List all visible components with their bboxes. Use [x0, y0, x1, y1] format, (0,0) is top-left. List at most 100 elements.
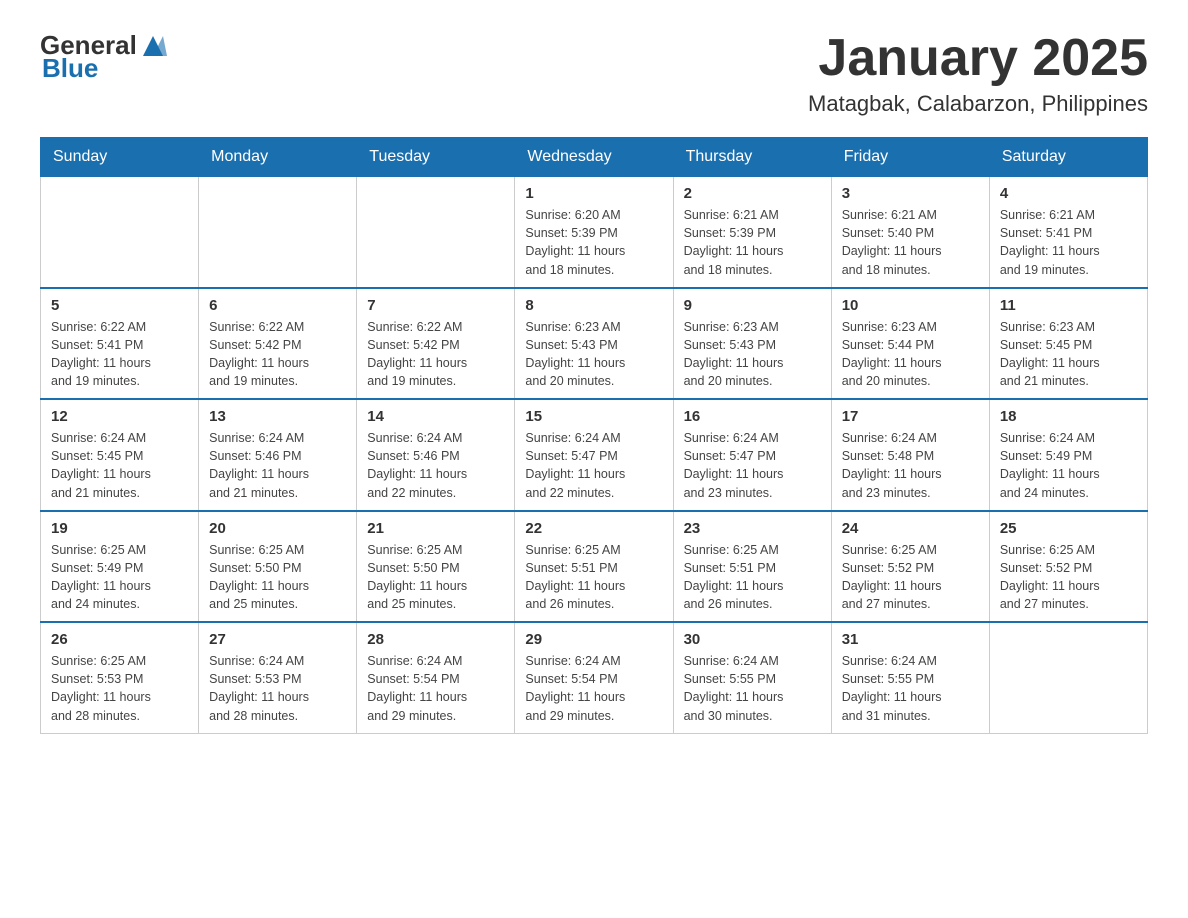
calendar-cell: 5Sunrise: 6:22 AM Sunset: 5:41 PM Daylig…	[41, 288, 199, 400]
weekday-header-saturday: Saturday	[989, 138, 1147, 177]
calendar-cell: 23 Sunrise: 6:25 AM Sunset: 5:51 PM Dayli…	[673, 511, 831, 623]
day-number: 26	[51, 631, 188, 648]
calendar-cell: 9 Sunrise: 6:23 AM Sunset: 5:43 PM Daylig…	[673, 288, 831, 400]
title-section: January 2025 Matagbak, Calabarzon, Phili…	[808, 30, 1148, 117]
day-number: 8	[525, 297, 662, 314]
logo: General Blue	[40, 30, 169, 84]
calendar-cell: 18 Sunrise: 6:24 AM Sunset: 5:49 PM Dayli…	[989, 399, 1147, 511]
weekday-header-wednesday: Wednesday	[515, 138, 673, 177]
calendar-cell: 15Sunrise: 6:24 AM Sunset: 5:47 PM Dayli…	[515, 399, 673, 511]
calendar-cell: 1Sunrise: 6:20 AM Sunset: 5:39 PM Daylig…	[515, 177, 673, 288]
day-number: 14	[367, 408, 504, 425]
calendar-cell: 16 Sunrise: 6:24 AM Sunset: 5:47 PM Dayli…	[673, 399, 831, 511]
calendar-cell: 30Sunrise: 6:24 AM Sunset: 5:55 PM Dayli…	[673, 622, 831, 733]
calendar-header-row: SundayMondayTuesdayWednesdayThursdayFrid…	[41, 138, 1148, 177]
day-number: 27	[209, 631, 346, 648]
day-number: 28	[367, 631, 504, 648]
day-info: Sunrise: 6:24 AM Sunset: 5:47 PM Dayligh…	[684, 429, 821, 502]
day-number: 6	[209, 297, 346, 314]
logo-icon	[139, 32, 167, 60]
calendar-week-row: 19Sunrise: 6:25 AM Sunset: 5:49 PM Dayli…	[41, 511, 1148, 623]
weekday-header-thursday: Thursday	[673, 138, 831, 177]
calendar-week-row: 12 Sunrise: 6:24 AM Sunset: 5:45 PM Dayli…	[41, 399, 1148, 511]
day-info: Sunrise: 6:22 AM Sunset: 5:42 PM Dayligh…	[209, 318, 346, 391]
logo-blue-text: Blue	[42, 53, 98, 84]
day-info: Sunrise: 6:24 AM Sunset: 5:53 PM Dayligh…	[209, 652, 346, 725]
day-info: Sunrise: 6:21 AM Sunset: 5:41 PM Dayligh…	[1000, 206, 1137, 279]
calendar-cell	[199, 177, 357, 288]
day-number: 31	[842, 631, 979, 648]
day-info: Sunrise: 6:20 AM Sunset: 5:39 PM Dayligh…	[525, 206, 662, 279]
day-info: Sunrise: 6:23 AM Sunset: 5:43 PM Dayligh…	[684, 318, 821, 391]
day-info: Sunrise: 6:24 AM Sunset: 5:54 PM Dayligh…	[525, 652, 662, 725]
day-number: 18	[1000, 408, 1137, 425]
calendar-subtitle: Matagbak, Calabarzon, Philippines	[808, 91, 1148, 117]
day-number: 17	[842, 408, 979, 425]
day-info: Sunrise: 6:22 AM Sunset: 5:42 PM Dayligh…	[367, 318, 504, 391]
day-info: Sunrise: 6:25 AM Sunset: 5:50 PM Dayligh…	[367, 541, 504, 614]
day-number: 4	[1000, 185, 1137, 202]
day-number: 22	[525, 520, 662, 537]
day-info: Sunrise: 6:23 AM Sunset: 5:43 PM Dayligh…	[525, 318, 662, 391]
day-info: Sunrise: 6:25 AM Sunset: 5:52 PM Dayligh…	[842, 541, 979, 614]
day-number: 9	[684, 297, 821, 314]
day-number: 10	[842, 297, 979, 314]
day-number: 12	[51, 408, 188, 425]
day-number: 5	[51, 297, 188, 314]
day-number: 3	[842, 185, 979, 202]
calendar-cell: 19Sunrise: 6:25 AM Sunset: 5:49 PM Dayli…	[41, 511, 199, 623]
day-number: 13	[209, 408, 346, 425]
day-info: Sunrise: 6:24 AM Sunset: 5:45 PM Dayligh…	[51, 429, 188, 502]
day-info: Sunrise: 6:24 AM Sunset: 5:55 PM Dayligh…	[842, 652, 979, 725]
calendar-cell: 17 Sunrise: 6:24 AM Sunset: 5:48 PM Dayli…	[831, 399, 989, 511]
day-number: 29	[525, 631, 662, 648]
day-info: Sunrise: 6:21 AM Sunset: 5:39 PM Dayligh…	[684, 206, 821, 279]
calendar-cell: 29 Sunrise: 6:24 AM Sunset: 5:54 PM Dayli…	[515, 622, 673, 733]
day-number: 2	[684, 185, 821, 202]
day-number: 30	[684, 631, 821, 648]
calendar-cell	[989, 622, 1147, 733]
calendar-cell: 26 Sunrise: 6:25 AM Sunset: 5:53 PM Dayli…	[41, 622, 199, 733]
calendar-cell: 27 Sunrise: 6:24 AM Sunset: 5:53 PM Dayli…	[199, 622, 357, 733]
day-info: Sunrise: 6:24 AM Sunset: 5:49 PM Dayligh…	[1000, 429, 1137, 502]
day-info: Sunrise: 6:23 AM Sunset: 5:45 PM Dayligh…	[1000, 318, 1137, 391]
calendar-cell	[357, 177, 515, 288]
calendar-cell: 21 Sunrise: 6:25 AM Sunset: 5:50 PM Dayli…	[357, 511, 515, 623]
calendar-cell: 12 Sunrise: 6:24 AM Sunset: 5:45 PM Dayli…	[41, 399, 199, 511]
day-number: 19	[51, 520, 188, 537]
weekday-header-monday: Monday	[199, 138, 357, 177]
day-info: Sunrise: 6:24 AM Sunset: 5:54 PM Dayligh…	[367, 652, 504, 725]
calendar-week-row: 26 Sunrise: 6:25 AM Sunset: 5:53 PM Dayli…	[41, 622, 1148, 733]
calendar-week-row: 1Sunrise: 6:20 AM Sunset: 5:39 PM Daylig…	[41, 177, 1148, 288]
calendar-cell: 6 Sunrise: 6:22 AM Sunset: 5:42 PM Daylig…	[199, 288, 357, 400]
calendar-cell: 22 Sunrise: 6:25 AM Sunset: 5:51 PM Dayli…	[515, 511, 673, 623]
weekday-header-tuesday: Tuesday	[357, 138, 515, 177]
calendar-title: January 2025	[808, 30, 1148, 87]
day-info: Sunrise: 6:25 AM Sunset: 5:52 PM Dayligh…	[1000, 541, 1137, 614]
day-info: Sunrise: 6:23 AM Sunset: 5:44 PM Dayligh…	[842, 318, 979, 391]
day-info: Sunrise: 6:21 AM Sunset: 5:40 PM Dayligh…	[842, 206, 979, 279]
day-info: Sunrise: 6:25 AM Sunset: 5:51 PM Dayligh…	[525, 541, 662, 614]
calendar-cell: 24Sunrise: 6:25 AM Sunset: 5:52 PM Dayli…	[831, 511, 989, 623]
calendar-cell: 31 Sunrise: 6:24 AM Sunset: 5:55 PM Dayli…	[831, 622, 989, 733]
day-number: 21	[367, 520, 504, 537]
calendar-cell: 11 Sunrise: 6:23 AM Sunset: 5:45 PM Dayli…	[989, 288, 1147, 400]
calendar-cell: 14 Sunrise: 6:24 AM Sunset: 5:46 PM Dayli…	[357, 399, 515, 511]
day-info: Sunrise: 6:24 AM Sunset: 5:48 PM Dayligh…	[842, 429, 979, 502]
calendar-cell	[41, 177, 199, 288]
day-info: Sunrise: 6:24 AM Sunset: 5:46 PM Dayligh…	[209, 429, 346, 502]
weekday-header-sunday: Sunday	[41, 138, 199, 177]
day-number: 25	[1000, 520, 1137, 537]
day-number: 23	[684, 520, 821, 537]
day-info: Sunrise: 6:24 AM Sunset: 5:46 PM Dayligh…	[367, 429, 504, 502]
calendar-cell: 28 Sunrise: 6:24 AM Sunset: 5:54 PM Dayli…	[357, 622, 515, 733]
day-number: 16	[684, 408, 821, 425]
calendar-cell: 20Sunrise: 6:25 AM Sunset: 5:50 PM Dayli…	[199, 511, 357, 623]
day-number: 20	[209, 520, 346, 537]
day-info: Sunrise: 6:25 AM Sunset: 5:51 PM Dayligh…	[684, 541, 821, 614]
day-info: Sunrise: 6:25 AM Sunset: 5:53 PM Dayligh…	[51, 652, 188, 725]
day-number: 11	[1000, 297, 1137, 314]
day-number: 7	[367, 297, 504, 314]
calendar-cell: 2 Sunrise: 6:21 AM Sunset: 5:39 PM Daylig…	[673, 177, 831, 288]
calendar-cell: 10 Sunrise: 6:23 AM Sunset: 5:44 PM Dayli…	[831, 288, 989, 400]
